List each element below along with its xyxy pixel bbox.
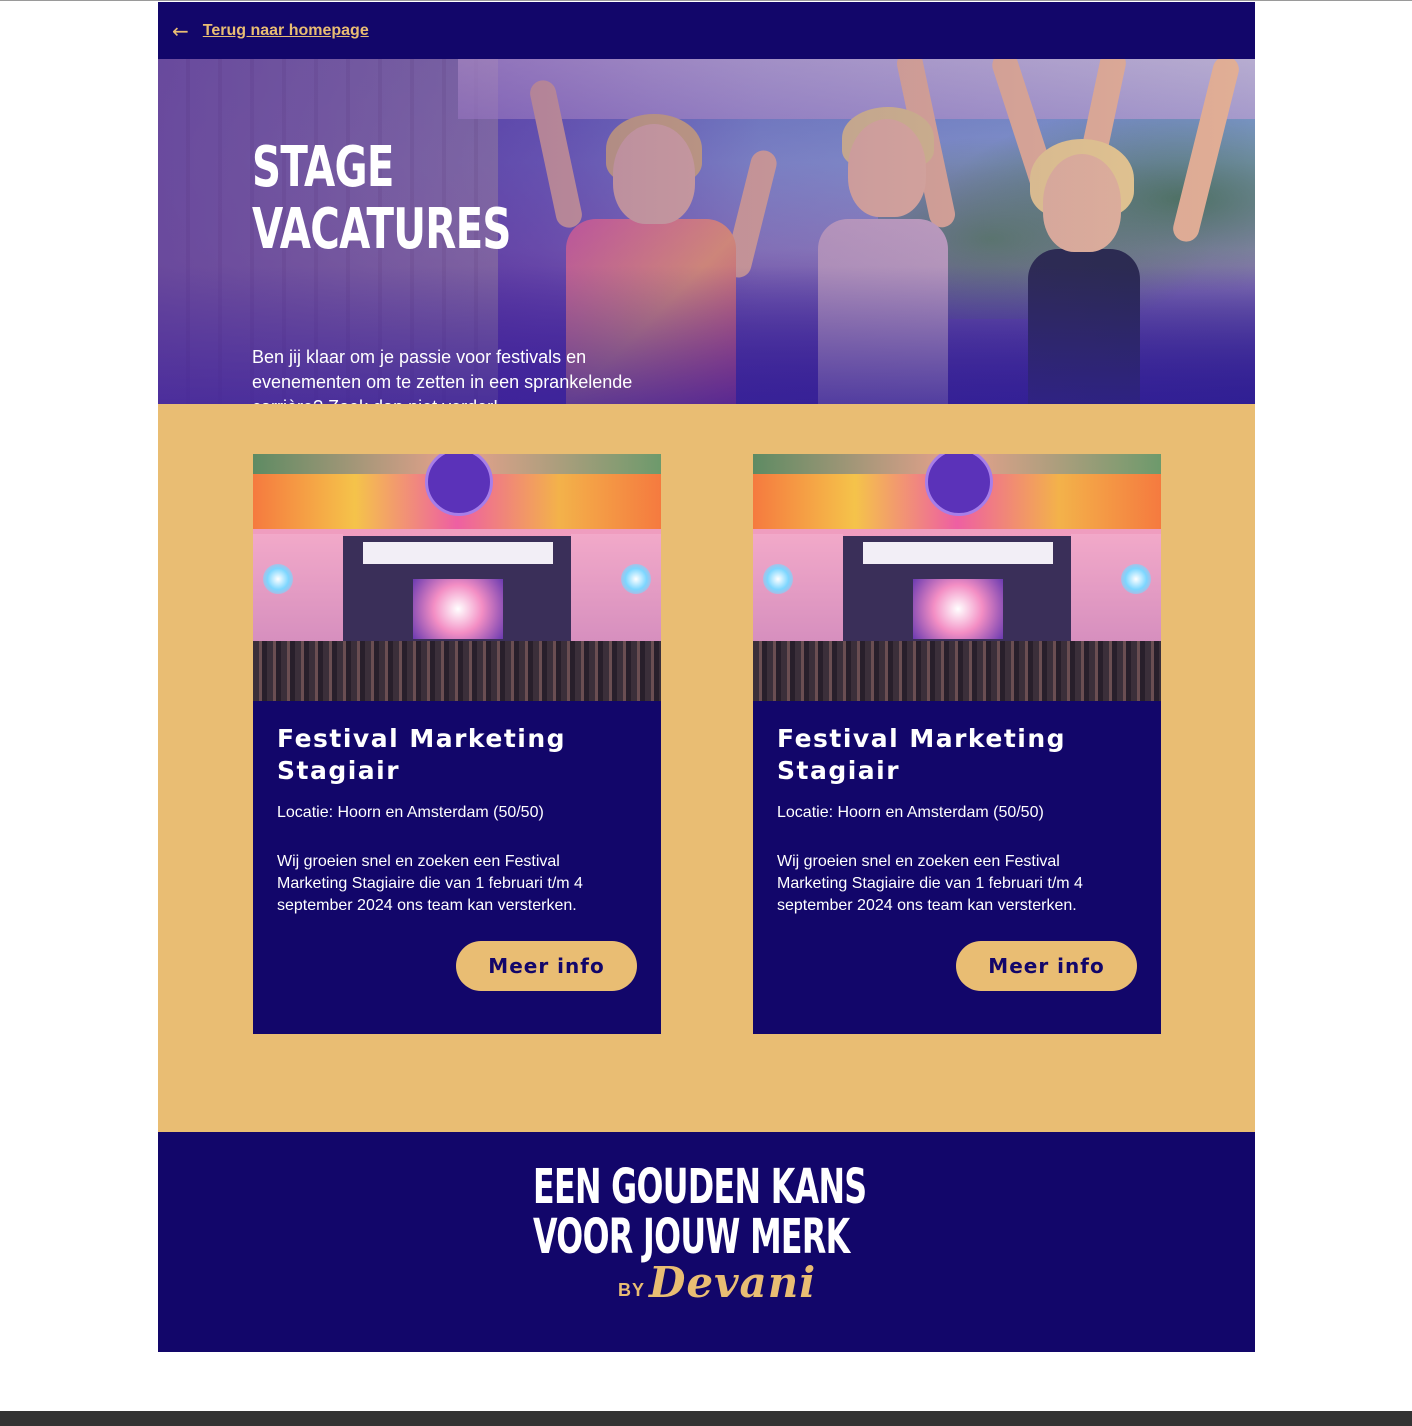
page-title: STAGE VACATURES	[252, 135, 511, 262]
top-divider	[0, 0, 1412, 1]
back-to-homepage-link[interactable]: ← Terug naar homepage	[172, 21, 369, 41]
festival-stage-image	[753, 454, 1161, 701]
footer: EEN GOUDEN KANS VOOR JOUW MERK BY Devani	[158, 1132, 1255, 1352]
back-link-label: Terug naar homepage	[202, 21, 369, 39]
page: ← Terug naar homepage STAGE VACATURES Be…	[158, 2, 1255, 1352]
hero-banner: STAGE VACATURES Ben jij klaar om je pass…	[158, 59, 1255, 404]
hero-intro-text: Ben jij klaar om je passie voor festival…	[252, 347, 633, 404]
vacancies-section: Festival Marketing Stagiair Locatie: Hoo…	[158, 404, 1255, 1132]
more-info-button[interactable]: Meer info	[456, 941, 637, 991]
footer-by-label: BY	[618, 1280, 646, 1300]
footer-slogan: EEN GOUDEN KANS VOOR JOUW MERK	[533, 1159, 867, 1265]
more-info-button[interactable]: Meer info	[956, 941, 1137, 991]
vacancy-location: Locatie: Hoorn en Amsterdam (50/50)	[277, 804, 544, 821]
top-navigation: ← Terug naar homepage	[158, 2, 1255, 59]
festival-stage-image	[253, 454, 661, 701]
footer-slogan-line: VOOR JOUW MERK	[533, 1209, 850, 1265]
devani-logo: Devani	[649, 1258, 817, 1307]
vacancy-description: Wij groeien snel en zoeken een Festival …	[777, 853, 1083, 914]
vacancy-description: Wij groeien snel en zoeken een Festival …	[277, 853, 583, 914]
vacancy-card: Festival Marketing Stagiair Locatie: Hoo…	[253, 454, 661, 1034]
vacancy-location: Locatie: Hoorn en Amsterdam (50/50)	[777, 804, 1044, 821]
vacancy-card: Festival Marketing Stagiair Locatie: Hoo…	[753, 454, 1161, 1034]
bottom-bar	[0, 1411, 1412, 1426]
footer-slogan-line: EEN GOUDEN KANS	[533, 1159, 867, 1215]
vacancy-title: Festival Marketing Stagiair	[277, 724, 567, 785]
vacancy-title: Festival Marketing Stagiair	[777, 724, 1067, 785]
arrow-left-icon: ←	[172, 18, 189, 43]
